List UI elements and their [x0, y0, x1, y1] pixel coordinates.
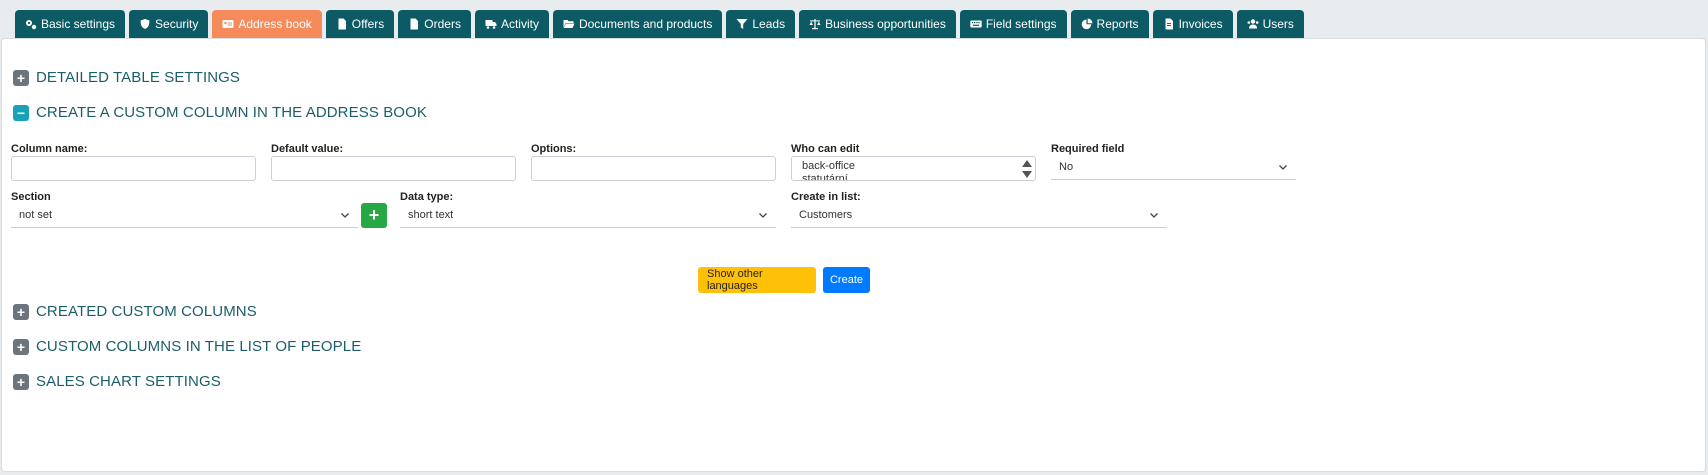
section-detailed-table-settings[interactable]: + DETAILED TABLE SETTINGS: [13, 69, 240, 86]
tab-business-opportunities[interactable]: Business opportunities: [799, 10, 956, 38]
required-field-label: Required field: [1051, 143, 1125, 155]
select-value: not set: [19, 209, 53, 221]
scale-icon: [809, 19, 821, 30]
column-name-input[interactable]: [11, 156, 256, 181]
tab-basic-settings[interactable]: Basic settings: [15, 10, 126, 38]
gears-icon: [26, 20, 37, 30]
default-value-input[interactable]: [271, 156, 516, 181]
tab-activity[interactable]: Activity: [474, 10, 549, 38]
multiselect-option[interactable]: statutární: [792, 173, 1035, 180]
tab-label: Business opportunities: [825, 17, 946, 31]
tab-label: Leads: [752, 17, 786, 31]
tab-leads[interactable]: Leads: [726, 10, 796, 38]
section-title: DETAILED TABLE SETTINGS: [36, 69, 241, 86]
create-button[interactable]: Create: [823, 267, 870, 293]
file-icon: [410, 18, 419, 30]
tab-label: Invoices: [1178, 17, 1223, 31]
create-in-list-select[interactable]: Customers: [791, 203, 1167, 228]
options-label: Options:: [531, 143, 577, 155]
section-title: SALES CHART SETTINGS: [36, 373, 221, 390]
tab-label: Reports: [1096, 17, 1139, 31]
tab-label: Users: [1262, 17, 1294, 31]
expand-icon[interactable]: +: [13, 69, 29, 86]
section-title: CUSTOM COLUMNS IN THE LIST OF PEOPLE: [36, 338, 362, 355]
create-in-list-label: Create in list:: [791, 191, 861, 203]
tab-offers[interactable]: Offers: [325, 10, 395, 38]
tab-label: Field settings: [985, 17, 1057, 31]
invoice-icon: [1165, 18, 1173, 30]
section-label: Section: [11, 191, 51, 203]
tab-reports[interactable]: Reports: [1070, 10, 1149, 38]
data-type-select[interactable]: short text: [400, 203, 776, 228]
tab-label: Offers: [351, 17, 385, 31]
section-sales-chart-settings[interactable]: + SALES CHART SETTINGS: [13, 373, 221, 390]
shield-icon: [140, 19, 150, 29]
multiselect-option[interactable]: back-office: [792, 160, 1035, 173]
data-type-label: Data type:: [400, 191, 454, 203]
settings-tabs: Basic settings Security Address book Off…: [15, 10, 1304, 38]
tab-label: Documents and products: [578, 17, 713, 31]
tab-security[interactable]: Security: [129, 10, 209, 38]
default-value-label: Default value:: [271, 143, 344, 155]
tab-invoices[interactable]: Invoices: [1152, 10, 1233, 38]
tab-label: Address book: [238, 17, 312, 31]
select-value: Customers: [799, 209, 853, 221]
tab-label: Basic settings: [41, 17, 116, 31]
tab-users[interactable]: Users: [1236, 10, 1304, 38]
expand-icon[interactable]: +: [13, 373, 29, 390]
show-other-languages-button[interactable]: Show other languages: [698, 267, 816, 293]
who-can-edit-label: Who can edit: [791, 143, 860, 155]
select-value: short text: [408, 209, 454, 221]
expand-icon[interactable]: +: [13, 338, 29, 355]
section-create-custom-column[interactable]: − CREATE A CUSTOM COLUMN IN THE ADDRESS …: [13, 104, 427, 121]
funnel-icon: [736, 19, 748, 29]
chevron-down-icon: [759, 213, 767, 218]
tab-documents-and-products[interactable]: Documents and products: [552, 10, 723, 38]
who-can-edit-multiselect[interactable]: back-office statutární: [791, 156, 1036, 181]
chevron-down-icon: [1279, 165, 1287, 170]
address-card-icon: [222, 20, 234, 28]
keyboard-icon: [970, 20, 982, 28]
section-select[interactable]: not set: [11, 203, 358, 228]
section-created-custom-columns[interactable]: + CREATED CUSTOM COLUMNS: [13, 303, 257, 320]
truck-icon: [485, 20, 497, 29]
column-name-label: Column name:: [11, 143, 88, 155]
users-icon: [1247, 19, 1259, 29]
add-section-button[interactable]: +: [361, 203, 387, 228]
required-field-select[interactable]: No: [1051, 155, 1296, 180]
options-input[interactable]: [531, 156, 776, 181]
tab-label: Activity: [500, 17, 539, 31]
section-custom-columns-list-of-people[interactable]: + CUSTOM COLUMNS IN THE LIST OF PEOPLE: [13, 338, 361, 355]
section-title: CREATE A CUSTOM COLUMN IN THE ADDRESS BO…: [36, 104, 427, 121]
chevron-down-icon: [341, 213, 349, 218]
folder-open-icon: [563, 20, 575, 28]
tab-orders[interactable]: Orders: [398, 10, 471, 38]
collapse-icon[interactable]: −: [13, 104, 29, 121]
tab-field-settings[interactable]: Field settings: [959, 10, 1067, 38]
spinner-arrows-icon[interactable]: [1021, 158, 1033, 180]
expand-icon[interactable]: +: [13, 303, 29, 320]
tab-label: Orders: [424, 17, 461, 31]
section-title: CREATED CUSTOM COLUMNS: [36, 303, 257, 320]
address-book-panel: + DETAILED TABLE SETTINGS − CREATE A CUS…: [1, 38, 1706, 472]
select-value: No: [1059, 161, 1074, 173]
tab-label: Security: [155, 17, 199, 31]
chevron-down-icon: [1150, 213, 1158, 218]
file-icon: [338, 18, 346, 30]
pie-chart-icon: [1081, 18, 1093, 30]
tab-address-book[interactable]: Address book: [212, 10, 322, 38]
